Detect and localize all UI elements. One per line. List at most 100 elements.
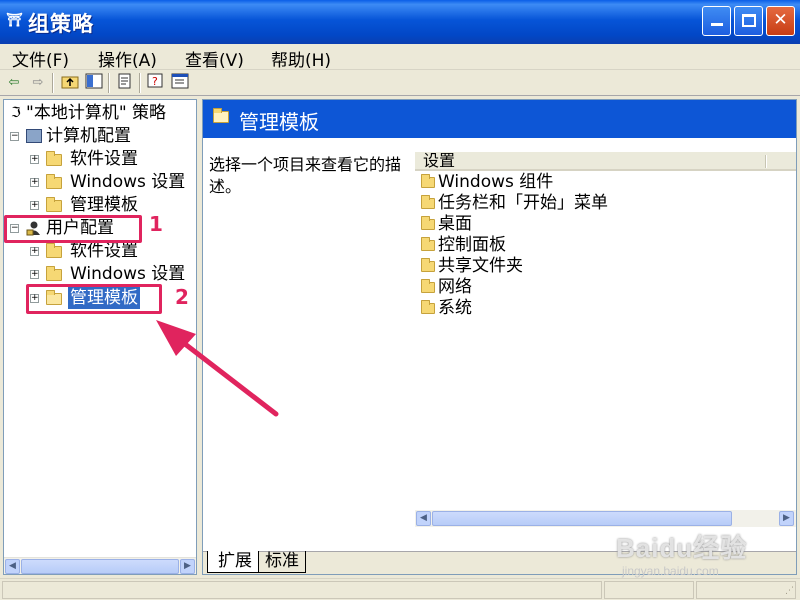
tree-pane[interactable]: ℑ "本地计算机" 策略 − 计算机配置 + 软件设置 + Windows 设置… <box>3 99 197 575</box>
details-header-title: 管理模板 <box>239 110 319 134</box>
expand-icon[interactable]: + <box>30 201 39 210</box>
status-cell <box>2 581 602 599</box>
tree-computer-admin-templates[interactable]: + 管理模板 <box>30 194 190 216</box>
forward-arrow-icon[interactable]: ⇨ <box>28 73 48 93</box>
show-hide-tree-icon[interactable] <box>84 73 104 93</box>
list-item-label: 任务栏和「开始」菜单 <box>438 193 608 213</box>
expand-icon[interactable]: + <box>30 178 39 187</box>
annotation-number-1: 1 <box>149 212 163 236</box>
list-item-label: 桌面 <box>438 214 472 234</box>
tree-item-label: Windows 设置 <box>70 172 186 192</box>
resize-grip-icon[interactable]: ⋰ <box>785 585 798 598</box>
list-item-label: 系统 <box>438 298 472 318</box>
folder-icon <box>213 108 229 123</box>
scroll-right-arrow-icon[interactable]: ▶ <box>779 511 794 526</box>
folder-icon <box>421 300 435 314</box>
folder-icon <box>421 279 435 293</box>
expand-icon[interactable]: + <box>30 270 39 279</box>
menu-action[interactable]: 操作(A) <box>94 46 161 71</box>
watermark-url: jingyan.baidu.com <box>622 564 719 578</box>
details-body: 选择一个项目来查看它的描述。 设置 Windows 组件 任务栏和「开始」菜单 … <box>203 138 796 553</box>
close-icon: ✕ <box>773 10 788 30</box>
toolbar-separator <box>139 73 141 93</box>
export-list-icon[interactable] <box>115 73 135 93</box>
list-item[interactable]: 系统 <box>421 298 472 319</box>
tree-computer-software[interactable]: + 软件设置 <box>30 148 190 170</box>
list-item[interactable]: 控制面板 <box>421 235 506 256</box>
tree-item-label: 软件设置 <box>70 241 138 261</box>
menu-help[interactable]: 帮助(H) <box>267 46 335 71</box>
watermark-brand: Baidu经验 <box>616 533 748 563</box>
list-item-label: 控制面板 <box>438 235 506 255</box>
list-item[interactable]: 桌面 <box>421 214 472 235</box>
folder-icon <box>421 258 435 272</box>
close-button[interactable]: ✕ <box>766 6 795 36</box>
settings-list[interactable]: 设置 Windows 组件 任务栏和「开始」菜单 桌面 控制面板 共享文件夹 网… <box>415 152 796 527</box>
list-item[interactable]: Windows 组件 <box>421 172 553 193</box>
tree-computer-config[interactable]: − 计算机配置 <box>10 125 190 147</box>
list-item[interactable]: 共享文件夹 <box>421 256 523 277</box>
scroll-right-arrow-icon[interactable]: ▶ <box>180 559 195 574</box>
expand-icon[interactable]: + <box>30 155 39 164</box>
minimize-icon <box>710 23 723 26</box>
tree-computer-windows[interactable]: + Windows 设置 <box>30 171 190 193</box>
properties-icon[interactable] <box>170 73 190 93</box>
title-bar: ⛩ 组策略 ✕ <box>0 0 800 44</box>
menu-file[interactable]: 文件(F) <box>8 46 73 71</box>
tab-standard[interactable]: 标准 <box>255 551 306 573</box>
tree-user-software[interactable]: + 软件设置 <box>30 240 190 262</box>
back-arrow-icon[interactable]: ⇦ <box>4 73 24 93</box>
column-header-label: 设置 <box>423 151 456 170</box>
help-icon[interactable]: ? <box>146 73 166 93</box>
column-separator[interactable] <box>765 155 767 168</box>
maximize-icon <box>741 14 756 27</box>
annotation-number-2: 2 <box>175 285 189 309</box>
tab-extended[interactable]: 扩展 <box>207 551 259 573</box>
tree-user-windows[interactable]: + Windows 设置 <box>30 263 190 285</box>
folder-icon <box>46 266 62 281</box>
tree-item-label: Windows 设置 <box>70 264 186 284</box>
tree-item-label: 管理模板 <box>70 195 138 215</box>
group-policy-app-icon: ⛩ <box>6 13 23 28</box>
toolbar-separator <box>52 73 54 93</box>
baidu-jingyan-watermark: Baidu经验 jingyan.baidu.com <box>616 518 766 588</box>
toolbar: ⇦ ⇨ ? <box>0 70 800 96</box>
tree-computer-config-label: 计算机配置 <box>46 126 131 146</box>
folder-icon <box>46 151 62 166</box>
computer-icon <box>26 129 42 143</box>
expand-icon[interactable]: + <box>30 247 39 256</box>
folder-icon <box>46 174 62 189</box>
menu-bar: 文件(F) 操作(A) 查看(V) 帮助(H) <box>0 44 800 71</box>
scroll-left-arrow-icon[interactable]: ◀ <box>416 511 431 526</box>
tree-horizontal-scrollbar[interactable]: ◀ ▶ <box>4 557 196 574</box>
scroll-thumb[interactable] <box>21 559 179 574</box>
list-item[interactable]: 任务栏和「开始」菜单 <box>421 193 608 214</box>
policy-scroll-icon: ℑ <box>11 105 21 121</box>
folder-icon <box>421 216 435 230</box>
folder-icon <box>421 237 435 251</box>
annotation-box-1 <box>4 215 142 243</box>
folder-icon <box>46 243 62 258</box>
details-pane: 管理模板 选择一个项目来查看它的描述。 设置 Windows 组件 任务栏和「开… <box>202 99 797 575</box>
menu-view[interactable]: 查看(V) <box>181 46 248 71</box>
list-item-label: Windows 组件 <box>438 172 554 192</box>
toolbar-separator <box>108 73 110 93</box>
tree-root-label: "本地计算机" 策略 <box>26 103 167 123</box>
annotation-box-2 <box>26 284 162 314</box>
column-header-settings[interactable]: 设置 <box>415 152 796 171</box>
collapse-icon[interactable]: − <box>10 132 19 141</box>
details-header: 管理模板 <box>203 100 796 138</box>
description-text: 选择一个项目来查看它的描述。 <box>209 155 402 196</box>
folder-icon <box>46 197 62 212</box>
folder-icon <box>421 174 435 188</box>
scroll-left-arrow-icon[interactable]: ◀ <box>5 559 20 574</box>
list-item-label: 共享文件夹 <box>438 256 523 276</box>
maximize-button[interactable] <box>734 6 763 36</box>
tree-item-label: 软件设置 <box>70 149 138 169</box>
folder-icon <box>421 195 435 209</box>
up-folder-icon[interactable] <box>60 73 80 93</box>
list-item[interactable]: 网络 <box>421 277 472 298</box>
minimize-button[interactable] <box>702 6 731 36</box>
list-item-label: 网络 <box>438 277 472 297</box>
svg-text:?: ? <box>152 75 158 88</box>
